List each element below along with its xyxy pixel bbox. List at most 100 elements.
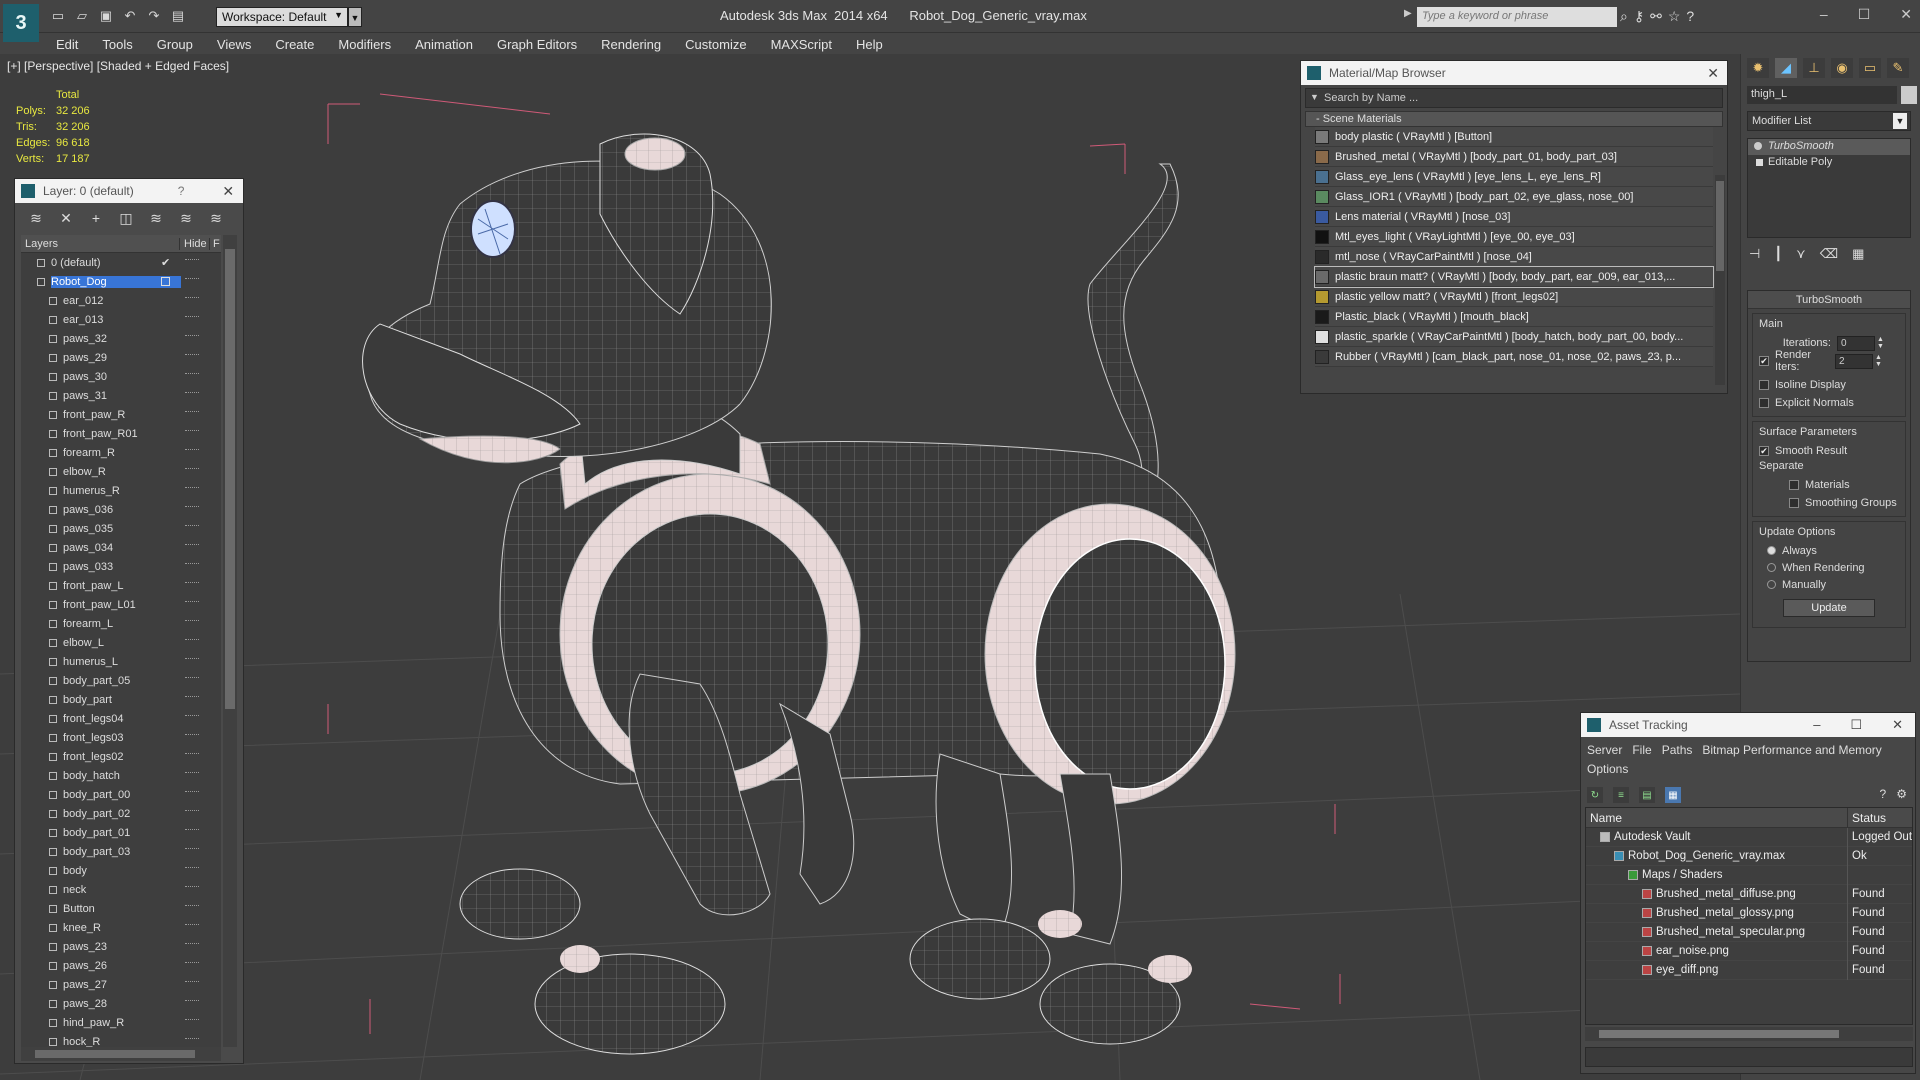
layer-row[interactable]: elbow_R — [21, 462, 221, 481]
hide-toggle[interactable] — [185, 354, 199, 358]
layer-row[interactable]: front_paw_L — [21, 576, 221, 595]
menu-options[interactable]: Options — [1587, 760, 1628, 779]
material-item[interactable]: plastic braun matt? ( VRayMtl ) [body, b… — [1314, 266, 1714, 288]
project-folder-icon[interactable]: ▤ — [168, 7, 188, 25]
layer-row[interactable]: front_legs02 — [21, 747, 221, 766]
undo-icon[interactable]: ↶ — [120, 7, 140, 25]
hide-toggle[interactable] — [185, 981, 199, 985]
asset-tracking-titlebar[interactable]: Asset Tracking – ☐ ✕ — [1581, 713, 1915, 737]
layer-row[interactable]: front_paw_L01 — [21, 595, 221, 614]
chevron-down-icon[interactable]: ▼ — [1310, 92, 1319, 102]
layer-row[interactable]: elbow_L — [21, 633, 221, 652]
iterations-spinner[interactable]: 0 — [1837, 335, 1875, 351]
search-input[interactable]: Type a keyword or phrase — [1417, 7, 1617, 27]
layer-row[interactable]: forearm_L — [21, 614, 221, 633]
new-icon[interactable]: ▭ — [48, 7, 68, 25]
hide-toggle[interactable] — [185, 1000, 199, 1004]
scroll-thumb[interactable] — [35, 1050, 195, 1058]
utilities-tab-icon[interactable]: ✎ — [1887, 58, 1909, 78]
hide-toggle[interactable] — [185, 886, 199, 890]
menu-file[interactable]: File — [1632, 741, 1651, 760]
spinner-arrows-icon[interactable]: ▲ ▼ — [1875, 354, 1882, 368]
scroll-thumb[interactable] — [225, 249, 235, 709]
hide-all-icon[interactable]: ≋ — [177, 209, 195, 227]
hide-toggle[interactable] — [185, 829, 199, 833]
select-objects-icon[interactable]: ◫ — [117, 209, 135, 227]
hide-toggle[interactable] — [185, 658, 199, 662]
configure-sets-icon[interactable]: ▦ — [1852, 246, 1864, 262]
layer-row[interactable]: front_paw_R01 — [21, 424, 221, 443]
layer-row[interactable]: paws_034 — [21, 538, 221, 557]
menu-create[interactable]: Create — [263, 37, 326, 52]
object-color-swatch[interactable] — [1901, 86, 1917, 104]
layer-row[interactable]: paws_033 — [21, 557, 221, 576]
hide-toggle[interactable] — [185, 810, 199, 814]
menu-views[interactable]: Views — [205, 37, 263, 52]
hierarchy-tab-icon[interactable]: ⊥ — [1803, 58, 1825, 78]
hide-toggle[interactable] — [185, 392, 199, 396]
redo-icon[interactable]: ↷ — [144, 7, 164, 25]
layer-row[interactable]: Button — [21, 899, 221, 918]
material-item[interactable]: body plastic ( VRayMtl ) [Button] — [1315, 127, 1713, 147]
hide-toggle[interactable] — [185, 924, 199, 928]
hide-toggle[interactable] — [185, 506, 199, 510]
help-icon[interactable]: ? — [178, 184, 185, 198]
tree-view-icon[interactable]: ▤ — [1639, 787, 1655, 803]
menu-server[interactable]: Server — [1587, 741, 1622, 760]
maximize-icon[interactable]: ☐ — [1850, 717, 1862, 733]
menu-animation[interactable]: Animation — [403, 37, 485, 52]
layer-row[interactable]: forearm_R — [21, 443, 221, 462]
scroll-thumb[interactable] — [1599, 1030, 1839, 1038]
layer-row[interactable]: front_legs04 — [21, 709, 221, 728]
smoothing-groups-checkbox[interactable]: Smoothing Groups — [1759, 494, 1899, 512]
layer-row[interactable]: humerus_R — [21, 481, 221, 500]
asset-table[interactable]: Name Status Autodesk Vault Logged Out Robo… — [1585, 807, 1913, 1025]
hide-toggle[interactable] — [185, 259, 199, 263]
hide-toggle[interactable] — [185, 620, 199, 624]
material-item[interactable]: Brushed_metal ( VRayMtl ) [body_part_01,… — [1315, 147, 1713, 167]
hide-toggle[interactable] — [185, 544, 199, 548]
hide-toggle[interactable] — [185, 848, 199, 852]
manually-radio[interactable]: Manually — [1759, 576, 1899, 593]
make-unique-icon[interactable]: ⋎ — [1796, 246, 1806, 262]
create-tab-icon[interactable]: ✹ — [1747, 58, 1769, 78]
hide-toggle[interactable] — [185, 411, 199, 415]
freeze-all-icon[interactable]: ≋ — [207, 209, 225, 227]
layer-row[interactable]: paws_28 — [21, 994, 221, 1013]
modifier-stack[interactable]: TurboSmooth Editable Poly — [1747, 138, 1911, 238]
hide-toggle[interactable] — [185, 1038, 199, 1042]
layer-row[interactable]: knee_R — [21, 918, 221, 937]
asset-row[interactable]: Brushed_metal_diffuse.png Found — [1586, 884, 1912, 904]
asset-horizontal-scrollbar[interactable] — [1585, 1027, 1913, 1041]
asset-row[interactable]: Robot_Dog_Generic_vray.max Ok — [1586, 846, 1912, 866]
refresh-icon[interactable]: ↻ — [1587, 787, 1603, 803]
save-icon[interactable]: ▣ — [96, 7, 116, 25]
menu-help[interactable]: Help — [844, 37, 895, 52]
layer-row[interactable]: paws_036 — [21, 500, 221, 519]
remove-modifier-icon[interactable]: ⌫ — [1820, 246, 1838, 262]
material-item[interactable]: Glass_IOR1 ( VRayMtl ) [body_part_02, ey… — [1315, 187, 1713, 207]
hide-toggle[interactable] — [185, 601, 199, 605]
materials-checkbox[interactable]: Materials — [1759, 476, 1899, 494]
hide-toggle[interactable] — [185, 278, 199, 282]
layer-row[interactable]: body_part_00 — [21, 785, 221, 804]
delete-layer-icon[interactable]: ✕ — [57, 209, 75, 227]
hide-toggle[interactable] — [185, 715, 199, 719]
hide-toggle[interactable] — [185, 582, 199, 586]
layer-row[interactable]: paws_31 — [21, 386, 221, 405]
layer-row[interactable]: paws_32 — [21, 329, 221, 348]
close-icon[interactable]: ✕ — [1892, 717, 1903, 733]
menu-tools[interactable]: Tools — [90, 37, 144, 52]
set-current-icon[interactable] — [161, 277, 170, 286]
menu-group[interactable]: Group — [145, 37, 205, 52]
select-layer-icon[interactable]: ≋ — [147, 209, 165, 227]
menu-paths[interactable]: Paths — [1662, 741, 1693, 760]
expand-icon[interactable] — [1756, 159, 1763, 166]
rollout-title[interactable]: TurboSmooth — [1748, 291, 1910, 309]
help-tool-icon[interactable]: ⚙ — [1896, 787, 1907, 801]
hide-toggle[interactable] — [185, 316, 199, 320]
material-item[interactable]: Plastic_black ( VRayMtl ) [mouth_black] — [1315, 307, 1713, 327]
layer-row[interactable]: ear_012 — [21, 291, 221, 310]
material-search-input[interactable]: ▼ Search by Name ... — [1305, 88, 1723, 108]
material-item[interactable]: Lens material ( VRayMtl ) [nose_03] — [1315, 207, 1713, 227]
